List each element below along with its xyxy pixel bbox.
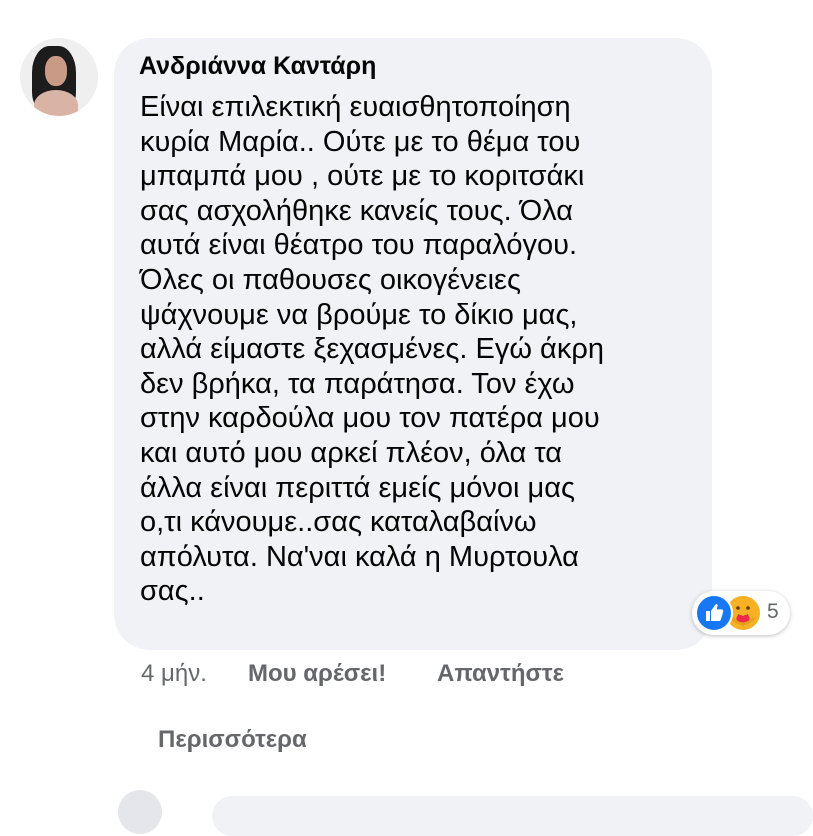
reactions-summary[interactable]: 5 [692,591,790,635]
next-comment-avatar[interactable] [118,790,162,834]
comment-line: Είναι επιλεκτική ευαισθητοποίηση [140,91,571,123]
reaction-count: 5 [767,600,779,623]
comment-line: άλλα είναι περιττά εμείς μόνοι μας [140,471,575,504]
comment-line: σας.. [140,575,205,608]
more-replies-link[interactable]: Περισσότερα [158,726,307,754]
author-avatar[interactable] [20,38,98,116]
next-comment-bubble [212,796,813,836]
comment-line: κυρία Μαρία.. Ούτε με το θέμα του [140,125,581,158]
comment-line: Όλες οι παθουσες οικογένειες [140,263,521,296]
avatar-face [45,56,67,86]
comment-line: και αυτό μου αρκεί πλέον, όλα τα [140,436,563,469]
comment-author[interactable]: Ανδριάννα Καντάρη [139,52,376,81]
comment-line: σας ασχολήθηκε κανείς τους. Όλα [140,194,573,227]
comment-timestamp[interactable]: 4 μήν. [141,660,207,688]
reply-button[interactable]: Απαντήστε [437,660,564,688]
like-icon [695,594,733,632]
comment-line: ψάχνουμε να βρούμε το δίκιο μας, [140,298,578,331]
comment-line: απόλυτα. Να'ναι καλά η Μυρτουλα [140,540,579,573]
comment-line: στην καρδούλα μου τον πατέρα μου [140,402,600,435]
avatar-shoulder [34,90,78,116]
comment-line: δεν βρήκα, τα παράτησα. Τον έχω [140,367,575,400]
comment-line: μπαμπά μου , ούτε με το κοριτσάκι [140,160,585,193]
like-button[interactable]: Μου αρέσει! [248,660,386,688]
comment-line: αλλά είμαστε ξεχασμένες. Εγώ άκρη [140,333,604,366]
comment-line: ο,τι κάνουμε..σας καταλαβαίνω [140,506,537,539]
comment-line: αυτά είναι θέατρο του παραλόγου. [140,229,578,262]
comment-text: Είναι επιλεκτική ευαισθητοποίηση κυρία Μ… [140,90,700,609]
